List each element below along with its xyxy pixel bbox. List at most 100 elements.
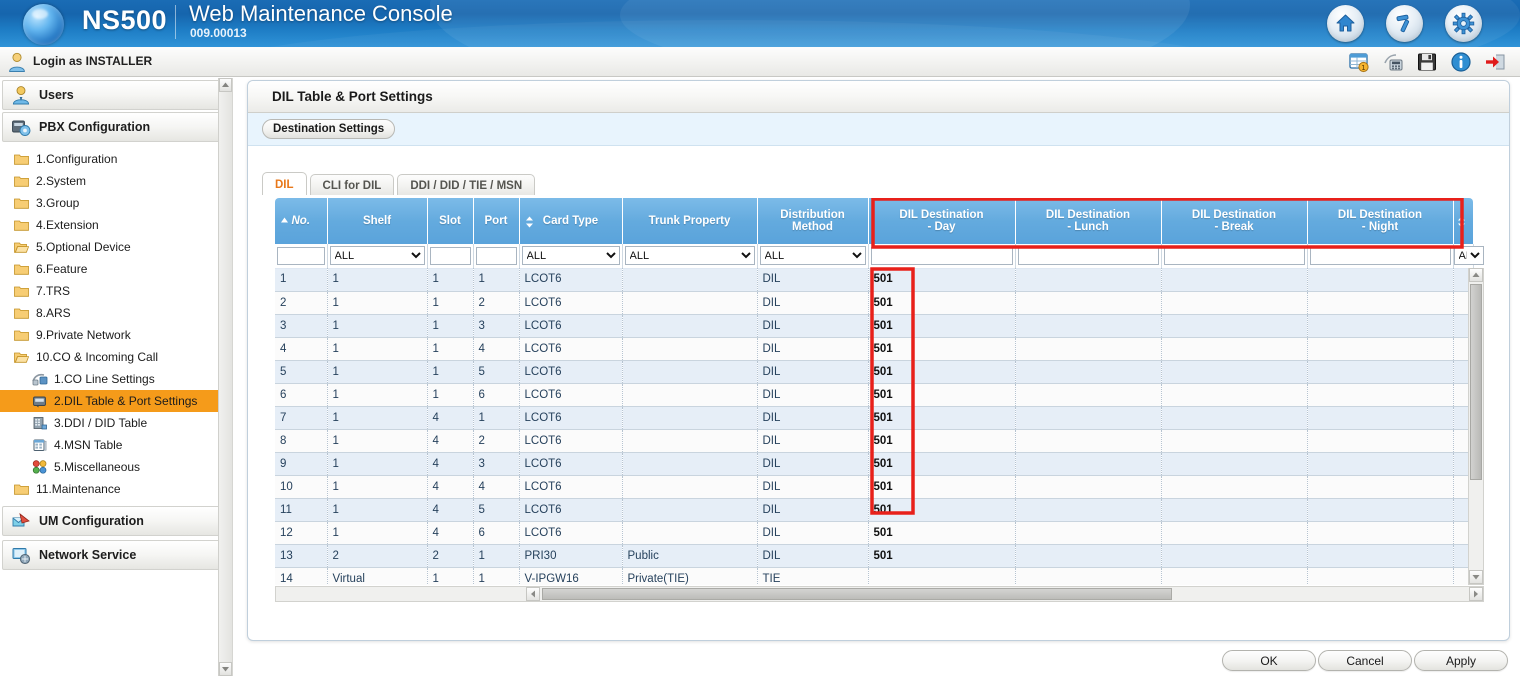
filter-input-dil-destination-break[interactable] xyxy=(1163,246,1305,265)
cell-port[interactable]: 1 xyxy=(473,567,520,585)
filter-input-dil-destination-night[interactable] xyxy=(1309,246,1451,265)
cell-slot[interactable]: 1 xyxy=(427,268,474,292)
cell-no[interactable]: 2 xyxy=(275,291,328,315)
column-header-slot[interactable]: Slot xyxy=(427,198,474,244)
cell-slot[interactable]: 1 xyxy=(427,383,474,407)
home-icon[interactable] xyxy=(1327,5,1364,42)
cell-lunch[interactable] xyxy=(1015,337,1162,361)
cell-lunch[interactable] xyxy=(1015,383,1162,407)
cell-cardtype[interactable]: LCOT6 xyxy=(519,475,623,499)
cell-dist[interactable]: DIL xyxy=(757,360,869,384)
cell-day[interactable]: 501 xyxy=(868,452,1016,476)
cell-dist[interactable]: DIL xyxy=(757,383,869,407)
cell-day[interactable]: 501 xyxy=(868,337,1016,361)
cell-port[interactable]: 1 xyxy=(473,268,520,292)
cell-break[interactable] xyxy=(1161,498,1308,522)
cell-slot[interactable]: 4 xyxy=(427,475,474,499)
cell-night[interactable] xyxy=(1307,567,1454,585)
cell-lunch[interactable] xyxy=(1015,498,1162,522)
column-header-shelf[interactable]: Shelf xyxy=(327,198,428,244)
cell-slot[interactable]: 4 xyxy=(427,429,474,453)
cell-trunkprop[interactable] xyxy=(622,521,758,545)
cell-shelf[interactable]: 1 xyxy=(327,268,428,292)
settings-gear-icon[interactable] xyxy=(1445,5,1482,42)
cell-night[interactable] xyxy=(1307,498,1454,522)
cell-no[interactable]: 14 xyxy=(275,567,328,585)
cell-no[interactable]: 9 xyxy=(275,452,328,476)
info-icon[interactable] xyxy=(1450,51,1472,73)
sidebar-item-1-configuration[interactable]: 1.Configuration xyxy=(0,148,232,170)
scroll-left-icon[interactable] xyxy=(526,587,540,601)
cell-night[interactable] xyxy=(1307,544,1454,568)
cell-shelf[interactable]: 1 xyxy=(327,521,428,545)
table-row[interactable]: 11 1 4 5 LCOT6 DIL 501 xyxy=(275,498,1474,522)
cell-trunkprop[interactable] xyxy=(622,475,758,499)
scroll-up-icon[interactable] xyxy=(219,78,232,92)
cell-lunch[interactable] xyxy=(1015,314,1162,338)
filter-select-trunk-property[interactable]: ALL xyxy=(624,246,755,266)
sidebar-section-pbx-configuration[interactable]: PBX Configuration xyxy=(2,112,230,142)
cell-trunkprop[interactable]: Public xyxy=(622,544,758,568)
cell-dist[interactable]: DIL xyxy=(757,429,869,453)
filter-select-shelf[interactable]: ALL xyxy=(329,246,425,266)
filter-input-port[interactable] xyxy=(475,246,517,265)
cell-shelf[interactable]: 1 xyxy=(327,383,428,407)
cell-slot[interactable]: 4 xyxy=(427,521,474,545)
cell-cardtype[interactable]: LCOT6 xyxy=(519,406,623,430)
cell-cardtype[interactable]: LCOT6 xyxy=(519,360,623,384)
filter-input-dil-destination-lunch[interactable] xyxy=(1017,246,1159,265)
sidebar-item-6-feature[interactable]: 6.Feature xyxy=(0,258,232,280)
tab-cli-for-dil[interactable]: CLI for DIL xyxy=(309,174,395,196)
cell-dist[interactable]: DIL xyxy=(757,544,869,568)
cell-dist[interactable]: DIL xyxy=(757,452,869,476)
cell-day[interactable]: 501 xyxy=(868,383,1016,407)
scroll-right-icon[interactable] xyxy=(1469,587,1483,601)
destination-settings-button[interactable]: Destination Settings xyxy=(262,119,396,139)
cell-lunch[interactable] xyxy=(1015,291,1162,315)
cell-cardtype[interactable]: LCOT6 xyxy=(519,314,623,338)
cell-cardtype[interactable]: LCOT6 xyxy=(519,429,623,453)
cell-day[interactable]: 501 xyxy=(868,314,1016,338)
cell-shelf[interactable]: 1 xyxy=(327,314,428,338)
cell-port[interactable]: 4 xyxy=(473,337,520,361)
column-header-dil-destination-night[interactable]: DIL Destination - Night xyxy=(1307,198,1454,244)
cell-no[interactable]: 4 xyxy=(275,337,328,361)
cell-trunkprop[interactable] xyxy=(622,268,758,292)
sidebar-section-users[interactable]: Users xyxy=(2,80,230,110)
cell-night[interactable] xyxy=(1307,360,1454,384)
table-row[interactable]: 8 1 4 2 LCOT6 DIL 501 xyxy=(275,429,1474,453)
table-row[interactable]: 2 1 1 2 LCOT6 DIL 501 xyxy=(275,291,1474,315)
sidebar-item-1-co-line-settings[interactable]: 1.CO Line Settings xyxy=(0,368,232,390)
tab-ddi-did-tie-msn[interactable]: DDI / DID / TIE / MSN xyxy=(397,174,536,196)
cell-no[interactable]: 1 xyxy=(275,268,328,292)
cell-port[interactable]: 6 xyxy=(473,383,520,407)
cell-break[interactable] xyxy=(1161,337,1308,361)
tab-dil[interactable]: DIL xyxy=(262,172,307,196)
cell-lunch[interactable] xyxy=(1015,544,1162,568)
cell-day[interactable]: 501 xyxy=(868,475,1016,499)
cell-trunkprop[interactable] xyxy=(622,383,758,407)
table-row[interactable]: 12 1 4 6 LCOT6 DIL 501 xyxy=(275,521,1474,545)
cell-day[interactable]: 501 xyxy=(868,360,1016,384)
filter-select-extra[interactable]: ALL xyxy=(1453,246,1484,266)
cell-break[interactable] xyxy=(1161,314,1308,338)
cell-break[interactable] xyxy=(1161,383,1308,407)
cell-no[interactable]: 10 xyxy=(275,475,328,499)
cell-break[interactable] xyxy=(1161,544,1308,568)
cell-dist[interactable]: TIE xyxy=(757,567,869,585)
cell-cardtype[interactable]: LCOT6 xyxy=(519,268,623,292)
cell-dist[interactable]: DIL xyxy=(757,498,869,522)
cell-night[interactable] xyxy=(1307,383,1454,407)
cell-trunkprop[interactable] xyxy=(622,291,758,315)
cell-lunch[interactable] xyxy=(1015,429,1162,453)
telephone-icon[interactable] xyxy=(1382,51,1404,73)
cell-day[interactable]: 501 xyxy=(868,291,1016,315)
cell-break[interactable] xyxy=(1161,567,1308,585)
ok-button[interactable]: OK xyxy=(1222,650,1316,671)
logout-icon[interactable] xyxy=(1484,51,1506,73)
cell-lunch[interactable] xyxy=(1015,475,1162,499)
cell-port[interactable]: 3 xyxy=(473,314,520,338)
sidebar-item-2-system[interactable]: 2.System xyxy=(0,170,232,192)
cell-port[interactable]: 6 xyxy=(473,521,520,545)
table-row[interactable]: 9 1 4 3 LCOT6 DIL 501 xyxy=(275,452,1474,476)
